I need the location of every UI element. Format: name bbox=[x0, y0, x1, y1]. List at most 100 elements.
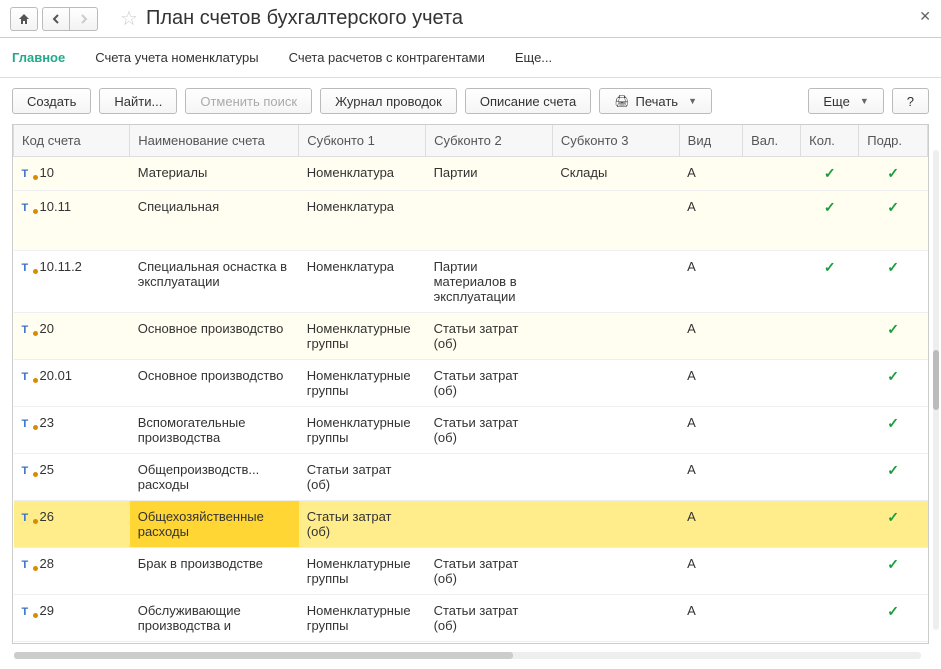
cell-podr: ✓ bbox=[859, 313, 928, 360]
cell-sub2: Статьи затрат (об) bbox=[426, 313, 553, 360]
cell-sub2: Статьи затрат (об) bbox=[426, 595, 553, 642]
col-val[interactable]: Вал. bbox=[743, 125, 801, 157]
col-vid[interactable]: Вид bbox=[679, 125, 742, 157]
cell-sub1: Номенклатурные группы bbox=[299, 313, 426, 360]
cell-name: Материалы bbox=[130, 157, 299, 191]
cell-sub1: Номенклатура bbox=[299, 157, 426, 191]
cell-sub1: Номенклатура bbox=[299, 251, 426, 313]
find-button[interactable]: Найти... bbox=[99, 88, 177, 114]
table-row[interactable]: T29Обслуживающие производства иНоменклат… bbox=[14, 595, 928, 642]
tab-main[interactable]: Главное bbox=[12, 46, 65, 69]
cell-name: Специальная оснастка в эксплуатации bbox=[130, 251, 299, 313]
account-icon: T bbox=[22, 512, 36, 524]
account-icon: T bbox=[22, 324, 36, 336]
cell-vid: А bbox=[679, 157, 742, 191]
cell-name: Общепроизводств... расходы bbox=[130, 454, 299, 501]
table-row[interactable]: T10.11СпециальнаяНоменклатураА✓✓ bbox=[14, 191, 928, 251]
cell-name: Вспомогательные производства bbox=[130, 407, 299, 454]
cell-val bbox=[743, 191, 801, 251]
table-row[interactable]: T26Общехозяйственные расходыСтатьи затра… bbox=[14, 501, 928, 548]
account-icon: T bbox=[22, 262, 36, 274]
close-button[interactable]: ✕ bbox=[919, 8, 931, 25]
cell-name: Брак в производстве bbox=[130, 548, 299, 595]
back-button[interactable] bbox=[42, 7, 70, 31]
col-kol[interactable]: Кол. bbox=[801, 125, 859, 157]
chevron-down-icon: ▼ bbox=[688, 96, 697, 106]
cell-val bbox=[743, 407, 801, 454]
forward-button[interactable] bbox=[70, 7, 98, 31]
tab-more[interactable]: Еще... bbox=[515, 46, 552, 69]
cell-val bbox=[743, 251, 801, 313]
table-row[interactable]: T10МатериалыНоменклатураПартииСкладыА✓✓ bbox=[14, 157, 928, 191]
cell-sub3 bbox=[552, 191, 679, 251]
vertical-scrollbar[interactable] bbox=[933, 150, 939, 630]
more-button[interactable]: Еще ▼ bbox=[808, 88, 883, 114]
home-button[interactable] bbox=[10, 7, 38, 31]
cell-code: T29 bbox=[14, 595, 130, 642]
table-row[interactable]: T23Вспомогательные производстваНоменклат… bbox=[14, 407, 928, 454]
account-icon: T bbox=[22, 418, 36, 430]
cell-sub2: Статьи затрат (об) bbox=[426, 548, 553, 595]
cell-podr: ✓ bbox=[859, 191, 928, 251]
cell-vid: А bbox=[679, 191, 742, 251]
cell-sub1: Статьи затрат (об) bbox=[299, 501, 426, 548]
col-code[interactable]: Код счета bbox=[14, 125, 130, 157]
table-row[interactable]: T25Общепроизводств... расходыСтатьи затр… bbox=[14, 454, 928, 501]
arrow-right-icon bbox=[79, 14, 89, 24]
cell-kol bbox=[801, 360, 859, 407]
help-button[interactable]: ? bbox=[892, 88, 929, 114]
table-row[interactable]: T28Брак в производствеНоменклатурные гру… bbox=[14, 548, 928, 595]
favorite-star-icon[interactable]: ☆ bbox=[120, 6, 138, 31]
chevron-down-icon: ▼ bbox=[860, 96, 869, 106]
create-button[interactable]: Создать bbox=[12, 88, 91, 114]
cell-sub2 bbox=[426, 191, 553, 251]
cell-podr: ✓ bbox=[859, 360, 928, 407]
col-sub2[interactable]: Субконто 2 bbox=[426, 125, 553, 157]
tab-counterparty-accounts[interactable]: Счета расчетов с контрагентами bbox=[289, 46, 485, 69]
col-sub3[interactable]: Субконто 3 bbox=[552, 125, 679, 157]
cell-sub1: Номенклатурные группы bbox=[299, 360, 426, 407]
table-row[interactable]: T20.01Основное производствоНоменклатурны… bbox=[14, 360, 928, 407]
table-row[interactable]: T20Основное производствоНоменклатурные г… bbox=[14, 313, 928, 360]
journal-button[interactable]: Журнал проводок bbox=[320, 88, 457, 114]
col-podr[interactable]: Подр. bbox=[859, 125, 928, 157]
print-button[interactable]: 🖨 Печать ▼ bbox=[599, 88, 712, 114]
cell-code: T26 bbox=[14, 501, 130, 548]
cell-sub1: Номенклатурные группы bbox=[299, 548, 426, 595]
cell-val bbox=[743, 454, 801, 501]
cell-podr: ✓ bbox=[859, 501, 928, 548]
col-name[interactable]: Наименование счета bbox=[130, 125, 299, 157]
cell-name: Основное производство bbox=[130, 360, 299, 407]
cancel-search-button[interactable]: Отменить поиск bbox=[185, 88, 312, 114]
cell-sub1: Номенклатурные группы bbox=[299, 595, 426, 642]
more-label: Еще bbox=[823, 94, 849, 109]
cell-code: T20.01 bbox=[14, 360, 130, 407]
cell-code: T10 bbox=[14, 157, 130, 191]
cell-code: T25 bbox=[14, 454, 130, 501]
cell-vid: А bbox=[679, 595, 742, 642]
cell-code: T23 bbox=[14, 407, 130, 454]
cell-sub3 bbox=[552, 407, 679, 454]
horizontal-scrollbar[interactable] bbox=[14, 652, 921, 659]
describe-account-button[interactable]: Описание счета bbox=[465, 88, 591, 114]
cell-sub3 bbox=[552, 548, 679, 595]
header-bar: ☆ План счетов бухгалтерского учета ✕ bbox=[0, 0, 941, 38]
cell-sub1: Статьи затрат (об) bbox=[299, 454, 426, 501]
cell-podr: ✓ bbox=[859, 251, 928, 313]
cell-code: T10.11.2 bbox=[14, 251, 130, 313]
home-icon bbox=[18, 13, 30, 25]
tabs-bar: Главное Счета учета номенклатуры Счета р… bbox=[0, 38, 941, 78]
cell-name: Основное производство bbox=[130, 313, 299, 360]
account-icon: T bbox=[22, 168, 36, 180]
tab-nomenclature-accounts[interactable]: Счета учета номенклатуры bbox=[95, 46, 258, 69]
col-sub1[interactable]: Субконто 1 bbox=[299, 125, 426, 157]
cell-kol bbox=[801, 313, 859, 360]
accounts-table-container[interactable]: Код счета Наименование счета Субконто 1 … bbox=[12, 124, 929, 644]
table-row[interactable]: T10.11.2Специальная оснастка в эксплуата… bbox=[14, 251, 928, 313]
cell-sub3 bbox=[552, 313, 679, 360]
cell-sub2: Статьи затрат (об) bbox=[426, 360, 553, 407]
cell-sub2 bbox=[426, 501, 553, 548]
cell-sub1: Номенклатура bbox=[299, 191, 426, 251]
account-icon: T bbox=[22, 371, 36, 383]
cell-sub3 bbox=[552, 454, 679, 501]
